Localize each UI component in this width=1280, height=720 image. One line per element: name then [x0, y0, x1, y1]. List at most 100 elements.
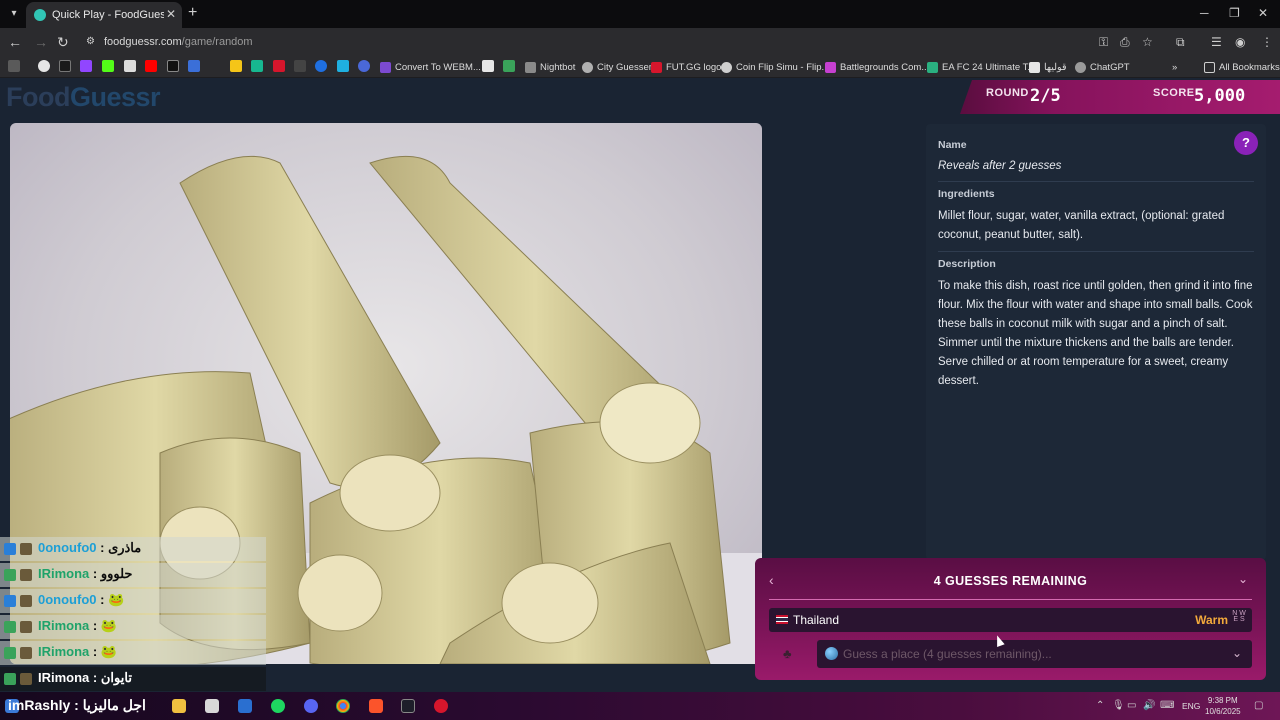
chat-username: IRimona [38, 566, 90, 581]
name-label: Name [938, 139, 967, 151]
outlook-icon[interactable] [238, 699, 252, 713]
google-icon[interactable] [38, 60, 50, 72]
guess-country: Thailand [793, 613, 840, 627]
all-bookmarks[interactable]: All Bookmarks [1204, 60, 1280, 74]
bookmark-item[interactable]: Coin Flip Simu - Flip... [721, 60, 829, 74]
install-app-icon[interactable]: ⎙ [1120, 35, 1130, 50]
help-button[interactable]: ? [1234, 131, 1258, 155]
bookmarks-bar: Convert To WEBM... Nightbot City Guesser… [0, 56, 1280, 78]
guess-input[interactable] [843, 644, 1203, 664]
network-icon[interactable]: ▭ [1127, 700, 1136, 711]
x-icon[interactable] [167, 60, 179, 72]
divider [938, 181, 1254, 182]
chat-separator: : [89, 670, 101, 685]
chat-badge-icon [20, 543, 32, 555]
input-language[interactable]: ENG [1182, 701, 1200, 711]
site-info-icon[interactable]: ⚙ [86, 36, 98, 48]
bookmark-icon[interactable] [124, 60, 136, 72]
bookmark-icon[interactable] [315, 60, 327, 72]
thailand-flag-icon [776, 615, 788, 624]
bookmark-item[interactable]: Nightbot [525, 60, 575, 74]
round-value: 2/5 [1030, 86, 1061, 106]
new-tab-icon[interactable]: + [188, 4, 197, 22]
store-icon[interactable] [205, 699, 219, 713]
description-value: To make this dish, roast rice until gold… [938, 280, 1253, 387]
name-value: Reveals after 2 guesses [938, 160, 1062, 172]
chat-line: 0onoufo0 : 🐸 [38, 592, 124, 608]
kick-icon[interactable] [102, 60, 114, 72]
bookmark-icon[interactable] [337, 60, 349, 72]
extensions-icon[interactable]: ⧉ [1176, 35, 1185, 50]
previous-guess-row: Thailand Warm N W E S [769, 608, 1252, 632]
more-bookmarks-icon[interactable]: » [1172, 60, 1177, 74]
divider [769, 599, 1252, 600]
mic-icon[interactable]: 🎙 [1112, 700, 1125, 711]
profile-icon[interactable]: ◉ [1235, 35, 1245, 49]
bookmark-icon[interactable] [273, 60, 285, 72]
chat-username: IRimona [38, 644, 90, 659]
bookmark-icon[interactable] [503, 60, 515, 72]
bookmark-item[interactable]: FUT.GG logo [651, 60, 721, 74]
bookmark-icon[interactable] [482, 60, 494, 72]
bookmark-item[interactable]: City Guesser [582, 60, 652, 74]
clock[interactable]: 9:38 PM 10/6/2025 [1205, 695, 1241, 717]
bookmark-icon[interactable] [294, 60, 306, 72]
folder-icon [1204, 61, 1215, 73]
guess-input-box[interactable]: ⌄ [817, 640, 1252, 668]
brave-icon[interactable] [369, 699, 383, 713]
bookmark-star-icon[interactable]: ☆ [1142, 35, 1153, 49]
browser-menu-icon[interactable]: ⋮ [1261, 35, 1273, 49]
score-value: 5,000 [1194, 86, 1246, 106]
volume-icon[interactable]: 🔊 [1143, 700, 1155, 711]
compass-icon: N W E S [1232, 610, 1246, 623]
twitch-icon[interactable] [80, 60, 92, 72]
browser-tab[interactable]: Quick Play - FoodGuessr | Food ✕ [26, 2, 182, 28]
bookmark-icon[interactable] [230, 60, 242, 72]
chat-line: IRimona : حلووو [38, 566, 132, 582]
chat-username: 0onoufo0 [38, 592, 97, 607]
keyboard-icon[interactable]: ⌨ [1160, 700, 1174, 711]
bookmark-icon[interactable] [358, 60, 370, 72]
bookmark-item[interactable]: قوليها [1029, 60, 1066, 74]
reload-icon[interactable]: ↻ [57, 34, 69, 51]
password-key-icon[interactable]: ⚿ [1099, 35, 1108, 50]
bookmark-item[interactable]: EA FC 24 Ultimate T... [927, 60, 1035, 74]
url-domain: foodguessr.com [104, 36, 182, 48]
restore-icon[interactable]: ❐ [1229, 6, 1240, 20]
window-close-icon[interactable]: ✕ [1258, 6, 1268, 20]
bookmark-icon[interactable] [251, 60, 263, 72]
foodguessr-logo[interactable]: FoodGuessr [6, 82, 161, 113]
forward-icon[interactable]: → [34, 34, 48, 50]
obs-icon[interactable] [434, 699, 448, 713]
apps-icon[interactable] [8, 60, 20, 72]
media-controls-icon[interactable]: ☰ [1211, 35, 1222, 49]
round-label: ROUND [986, 87, 1029, 99]
notifications-icon[interactable]: ▢ [1254, 700, 1263, 711]
chat-line: 0onoufo0 : ماذرى [38, 540, 141, 556]
minimize-icon[interactable]: ─ [1200, 6, 1209, 20]
bookmark-icon[interactable] [188, 60, 200, 72]
discord-icon[interactable] [304, 699, 318, 713]
chrome-icon[interactable] [336, 699, 350, 713]
chevron-down-icon[interactable]: ⌄ [1232, 646, 1242, 660]
tab-search-icon[interactable]: ▾ [6, 6, 22, 22]
pinterest-icon[interactable] [59, 60, 71, 72]
bookmark-item[interactable]: Battlegrounds Com... [825, 60, 929, 74]
bookmark-item[interactable]: ChatGPT [1075, 60, 1130, 74]
spotify-icon[interactable] [271, 699, 285, 713]
terminal-icon[interactable] [401, 699, 415, 713]
tab-close-icon[interactable]: ✕ [166, 7, 176, 21]
back-icon[interactable]: ← [8, 34, 22, 50]
chat-separator: : [89, 566, 101, 581]
chat-overlay-line: imRashly : اجل ماليزيا [8, 697, 146, 713]
chat-message: IRimona : حلووو [0, 563, 266, 587]
globe-icon [582, 61, 593, 73]
bookmark-item[interactable]: Convert To WEBM... [380, 60, 481, 74]
chevron-down-icon[interactable]: ⌄ [1238, 572, 1248, 586]
tray-chevron-icon[interactable]: ⌃ [1096, 700, 1104, 711]
file-explorer-icon[interactable] [172, 699, 186, 713]
url-field[interactable]: foodguessr.com/game/random [104, 36, 253, 48]
youtube-icon[interactable] [145, 60, 157, 72]
chat-text: ماذرى [108, 540, 142, 555]
chat-text: 🐸 [100, 644, 118, 659]
